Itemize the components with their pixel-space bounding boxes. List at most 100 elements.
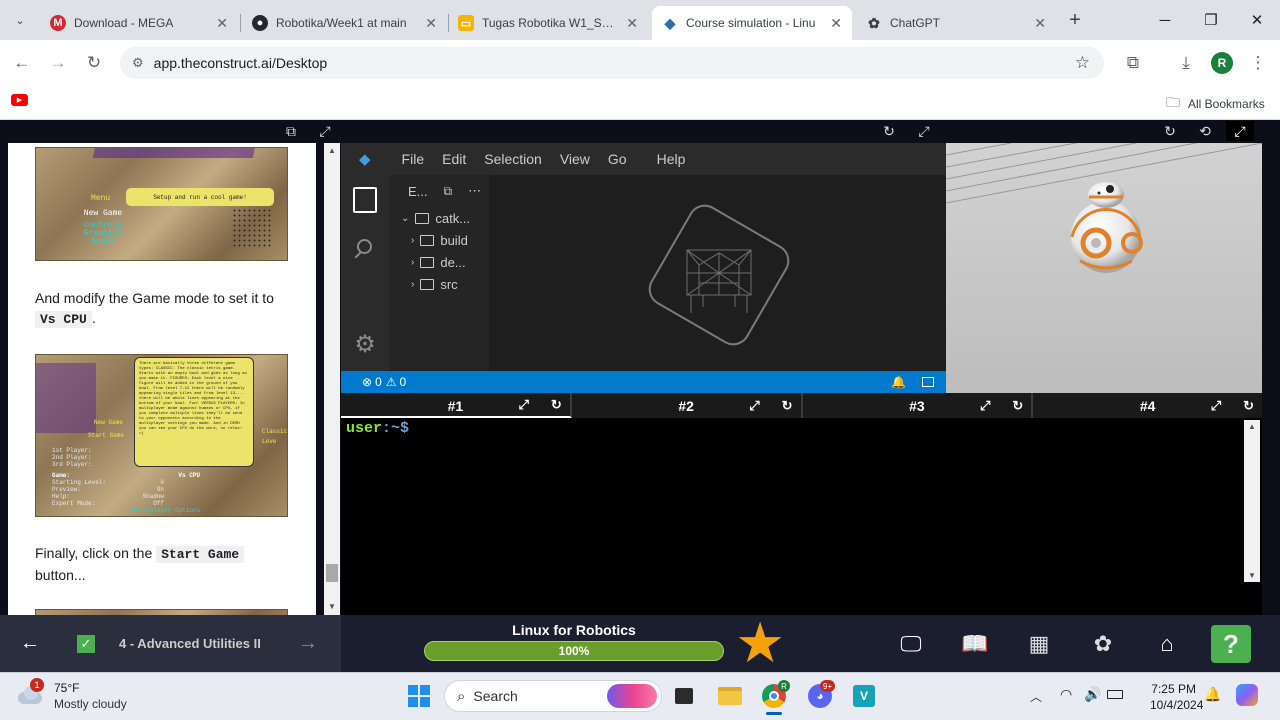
help-button[interactable]: ? <box>1211 625 1251 663</box>
terminal-tab-3[interactable]: #3 ⤢ ↻ <box>803 393 1034 418</box>
fullscreen-icon[interactable]: ⤢ <box>316 122 334 140</box>
battery-icon[interactable] <box>1107 690 1123 699</box>
prev-unit-arrow-icon[interactable]: ← <box>20 632 40 655</box>
fullscreen-icon[interactable]: ⤢ <box>749 398 759 414</box>
tab-github[interactable]: ● Robotika/Week1 at main ✕ <box>242 6 447 40</box>
menu-selection[interactable]: Selection <box>475 151 551 167</box>
close-icon[interactable]: ✕ <box>1034 15 1046 32</box>
star-rating-icon[interactable]: ★ <box>735 614 785 672</box>
tab-chatgpt[interactable]: ✿ ChatGPT ✕ <box>856 6 1056 40</box>
clock[interactable]: 7:25 PM 10/4/2024 <box>1150 681 1203 713</box>
site-info-icon[interactable]: ⚙ <box>132 55 144 71</box>
menu-file[interactable]: File <box>393 151 434 167</box>
terminal-tab-1[interactable]: #1 ⤢ ↻ <box>341 393 572 418</box>
close-icon[interactable]: ✕ <box>626 15 638 32</box>
reload-panel-icon[interactable]: ↻ <box>880 122 898 140</box>
tray-chevron-icon[interactable]: ︿ <box>1030 688 1042 705</box>
scroll-down-arrow[interactable]: ▼ <box>1248 571 1256 580</box>
close-icon[interactable]: ✕ <box>830 15 842 32</box>
window-close-button[interactable]: ✕ <box>1234 0 1280 40</box>
desktop-icon[interactable]: 🖵 <box>896 630 926 658</box>
error-icon[interactable]: ⊗ <box>362 375 372 389</box>
reload-icon[interactable]: ↻ <box>782 398 793 414</box>
weather-widget[interactable]: 1 75°F Mostly cloudy <box>16 678 127 712</box>
reload-icon[interactable]: ↻ <box>551 397 562 413</box>
terminal-output[interactable]: user:~$ <box>341 418 1262 615</box>
reload-icon[interactable]: ↻ <box>1243 398 1254 414</box>
new-tab-button[interactable]: + <box>1063 8 1087 32</box>
unit-title[interactable]: 4 - Advanced Utilities II <box>119 636 261 651</box>
next-unit-arrow-icon[interactable]: → <box>298 632 318 655</box>
search-icon[interactable] <box>353 237 377 261</box>
terminal-scrollbar[interactable]: ▲ ▼ <box>1244 420 1260 582</box>
minimize-button[interactable]: ─ <box>1142 0 1188 40</box>
chrome-icon[interactable]: R <box>758 680 790 712</box>
menu-help[interactable]: Help <box>648 151 695 167</box>
tab-course-simulation[interactable]: ◆ Course simulation - Linu ✕ <box>652 6 852 40</box>
notification-bell-icon[interactable]: 🔔 <box>1204 686 1221 703</box>
warning-icon[interactable]: ⚠ <box>386 375 397 389</box>
scroll-thumb[interactable] <box>326 564 338 582</box>
collapse-icon[interactable]: ⧉ <box>444 184 453 199</box>
downloads-icon[interactable]: ⤓ <box>1172 50 1200 76</box>
taskbar-search[interactable]: ⌕ Search <box>444 680 662 712</box>
terminal-tab-4[interactable]: #4 ⤢ ↻ <box>1033 393 1262 418</box>
open-external-icon[interactable]: ⧉ <box>282 122 300 140</box>
fullscreen-icon[interactable]: ⤢ <box>1211 398 1221 414</box>
task-view-icon[interactable] <box>668 680 700 712</box>
reload-icon[interactable]: ↻ <box>1012 398 1023 414</box>
menu-go[interactable]: Go <box>599 151 636 167</box>
bookmark-star-icon[interactable]: ☆ <box>1075 53 1090 73</box>
windows-start-icon[interactable] <box>403 680 435 712</box>
notebook-scrollbar[interactable]: ▲ ▼ <box>324 143 340 615</box>
notebook-book-icon[interactable]: 📖 <box>960 630 990 658</box>
reload-panel-icon[interactable]: ↻ <box>1161 122 1179 140</box>
profile-avatar[interactable]: R <box>1211 52 1233 74</box>
notifications-bell-icon[interactable]: 🔔 <box>891 375 906 389</box>
more-actions-icon[interactable]: ⋯ <box>468 183 481 199</box>
simulation-viewport[interactable] <box>946 143 1262 393</box>
close-icon[interactable]: ✕ <box>216 15 228 32</box>
menu-kebab-icon[interactable]: ⋮ <box>1244 50 1272 76</box>
youtube-icon[interactable]: ▶ <box>11 94 28 106</box>
home-icon[interactable]: ⌂ <box>1152 630 1182 658</box>
ai-assistant-icon[interactable]: ✿ <box>1088 630 1118 658</box>
tab-search-button[interactable]: ⌄ <box>10 10 30 30</box>
reset-icon[interactable]: ⟲ <box>1196 122 1214 140</box>
tab-mega[interactable]: M Download - MEGA ✕ <box>40 6 238 40</box>
settings-gear-icon[interactable]: ⚙ <box>353 333 377 357</box>
scroll-up-arrow[interactable]: ▲ <box>1248 422 1256 431</box>
tree-item-root[interactable]: ⌄ catk... <box>401 211 470 226</box>
menu-view[interactable]: View <box>551 151 599 167</box>
extensions-icon[interactable]: ⧉ <box>1119 50 1147 76</box>
tab-slides[interactable]: ▭ Tugas Robotika W1_Sem ✕ <box>448 6 648 40</box>
address-bar[interactable]: ⚙ app.theconstruct.ai/Desktop ☆ <box>120 47 1104 79</box>
scroll-up-arrow[interactable]: ▲ <box>328 146 336 155</box>
explorer-icon[interactable] <box>353 187 377 213</box>
fullscreen-icon[interactable]: ⤢ <box>1226 121 1254 141</box>
terminal-tab-2[interactable]: #2 ⤢ ↻ <box>572 393 803 418</box>
fullscreen-icon[interactable]: ⤢ <box>980 398 990 414</box>
volume-icon[interactable]: 🔊 <box>1084 686 1101 703</box>
fullscreen-icon[interactable]: ⤢ <box>518 397 528 413</box>
fullscreen-icon[interactable]: ⤢ <box>915 122 933 140</box>
restore-button[interactable]: ❐ <box>1188 0 1234 40</box>
copilot-icon[interactable] <box>1236 684 1258 706</box>
layout-grid-icon[interactable]: ▦ <box>1024 630 1054 658</box>
wifi-icon[interactable]: ◠ <box>1060 686 1072 703</box>
scroll-down-arrow[interactable]: ▼ <box>328 602 336 611</box>
reload-icon[interactable]: ↻ <box>80 50 108 76</box>
discord-icon[interactable]: ◕ 9+ <box>804 680 836 712</box>
vscode-taskbar-icon[interactable]: V <box>848 680 880 712</box>
close-icon[interactable]: ✕ <box>425 15 437 32</box>
instruction-text: And modify the Game mode to set it to <box>35 290 274 306</box>
forward-icon[interactable]: → <box>44 50 72 76</box>
all-bookmarks-button[interactable]: 🗀 All Bookmarks <box>1166 92 1265 116</box>
file-explorer-icon[interactable] <box>714 680 746 712</box>
tree-item-build[interactable]: › build <box>411 233 468 248</box>
back-icon[interactable]: ← <box>8 50 36 76</box>
tree-item-src[interactable]: › src <box>411 277 458 292</box>
menu-edit[interactable]: Edit <box>433 151 475 167</box>
layout-panel-icon[interactable] <box>922 377 934 387</box>
tree-item-devel[interactable]: › de... <box>411 255 466 270</box>
